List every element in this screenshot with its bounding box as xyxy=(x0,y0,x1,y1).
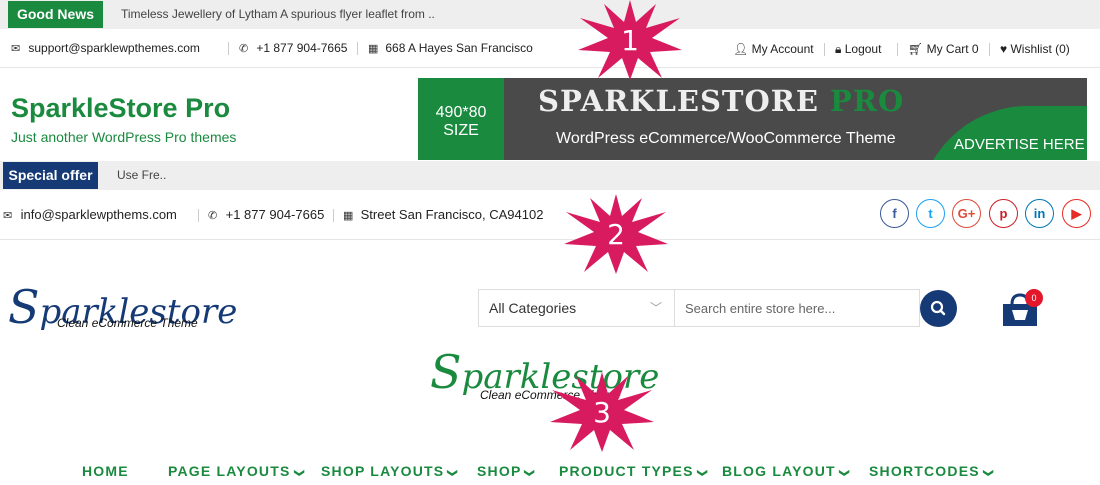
contact-email-2[interactable]: ✉ info@sparklewpthems.com xyxy=(3,196,177,235)
chevron-down-icon: ❯ xyxy=(446,468,458,479)
chevron-down-icon: ❯ xyxy=(982,468,994,479)
special-offer-label: Special offer xyxy=(3,162,98,189)
my-cart-link[interactable]: 🛒︎ My Cart 0 xyxy=(908,30,979,68)
divider xyxy=(357,42,358,55)
divider xyxy=(824,43,825,56)
nav-item-page-layouts[interactable]: PAGE LAYOUTS ❯ xyxy=(168,463,304,479)
advertise-here-label: ADVERTISE HERE xyxy=(954,136,1085,153)
map-icon: ▦ xyxy=(343,210,354,222)
advertisement-banner[interactable]: 490*80 SIZE SPARKLESTORE PRO WordPress e… xyxy=(418,78,1087,160)
search-input[interactable] xyxy=(675,289,920,327)
heart-icon: ♥ xyxy=(1000,42,1008,56)
nav-item-shop-layouts[interactable]: SHOP LAYOUTS ❯ xyxy=(321,463,458,479)
lock-icon: 🔒︎ xyxy=(835,42,842,56)
basket-icon: 🛒︎ xyxy=(908,42,924,56)
divider xyxy=(198,209,199,222)
divider xyxy=(897,43,898,56)
contact-address: ▦ 668 A Hayes San Francisco xyxy=(368,30,533,67)
ad-title: SPARKLESTORE PRO xyxy=(538,84,905,118)
divider xyxy=(228,42,229,55)
cart-count-badge: 0 xyxy=(1025,289,1043,307)
chevron-down-icon: ❯ xyxy=(695,468,707,479)
divider xyxy=(333,209,334,222)
nav-item-home[interactable]: HOME xyxy=(82,463,129,479)
site-title[interactable]: SparkleStore Pro xyxy=(11,93,230,124)
nav-item-product-types[interactable]: PRODUCT TYPES ❯ xyxy=(559,463,707,479)
twitter-icon[interactable]: t xyxy=(916,199,945,228)
nav-item-shortcodes[interactable]: SHORTCODES ❯ xyxy=(869,463,994,479)
map-icon: ▦ xyxy=(368,43,379,55)
facebook-icon[interactable]: f xyxy=(880,199,909,228)
marker-number-1: 1 xyxy=(621,24,639,57)
contact-email[interactable]: ✉ support@sparklewpthemes.com xyxy=(11,30,200,67)
ad-subtitle: WordPress eCommerce/WooCommerce Theme xyxy=(556,130,896,147)
marker-number-2: 2 xyxy=(607,218,625,251)
marker-number-3: 3 xyxy=(593,396,611,429)
phone-icon: ✆ xyxy=(239,43,249,55)
contact-phone-2[interactable]: ✆ +1 877 904-7665 xyxy=(208,196,324,235)
contact-address-2: ▦ Street San Francisco, CA94102 xyxy=(343,196,543,235)
search-icon xyxy=(930,300,946,316)
my-account-link[interactable]: 👤︎ My Account xyxy=(733,30,814,68)
chevron-down-icon: ❯ xyxy=(523,468,535,479)
nav-item-shop[interactable]: SHOP ❯ xyxy=(477,463,535,479)
search-button[interactable] xyxy=(920,290,957,327)
user-icon: 👤︎ xyxy=(733,42,749,56)
marker-burst-2: 2 xyxy=(564,194,668,274)
chevron-down-icon: ❯ xyxy=(292,468,304,479)
chevron-down-icon: ﹀ xyxy=(649,301,662,315)
marker-burst-1: 1 xyxy=(578,0,682,80)
google-plus-icon[interactable]: G+ xyxy=(952,199,981,228)
news-label: Good News xyxy=(8,1,103,28)
logo-tagline: Clean eCommerce Theme xyxy=(57,316,198,330)
contact-phone[interactable]: ✆ +1 877 904-7665 xyxy=(239,30,347,67)
chevron-down-icon: ❯ xyxy=(838,468,850,479)
nav-item-blog-layout[interactable]: BLOG LAYOUT ❯ xyxy=(722,463,850,479)
phone-icon: ✆ xyxy=(208,210,218,222)
site-tagline: Just another WordPress Pro themes xyxy=(11,129,237,145)
envelope-icon: ✉ xyxy=(3,210,13,222)
envelope-icon: ✉ xyxy=(11,43,21,55)
divider xyxy=(989,43,990,56)
pinterest-icon[interactable]: p xyxy=(989,199,1018,228)
wishlist-link[interactable]: ♥ Wishlist (0) xyxy=(1000,30,1070,68)
news-ticker-text[interactable]: Timeless Jewellery of Lytham A spurious … xyxy=(121,0,435,29)
category-select[interactable]: All Categories ﹀ xyxy=(478,289,675,327)
marker-burst-3: 3 xyxy=(550,372,654,452)
ad-size-box: 490*80 SIZE xyxy=(418,78,504,160)
youtube-icon[interactable]: ▶ xyxy=(1062,199,1091,228)
special-offer-ticker[interactable]: Use Fre.. xyxy=(117,161,166,190)
linkedin-icon[interactable]: in xyxy=(1025,199,1054,228)
logout-link[interactable]: 🔒︎ Logout xyxy=(835,30,881,68)
